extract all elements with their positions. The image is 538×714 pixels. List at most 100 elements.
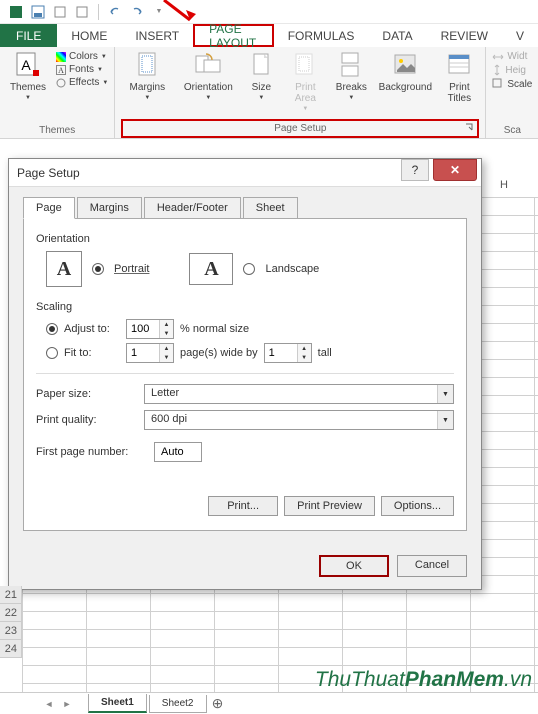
first-page-label: First page number:: [36, 446, 146, 458]
dialog-panel: Orientation A Portrait A Landscape Scali…: [23, 219, 467, 531]
annotation-arrow: [162, 0, 202, 28]
scale-row[interactable]: Scale: [492, 77, 532, 91]
sheet-nav-prev-icon[interactable]: ◄: [40, 699, 58, 709]
portrait-radio[interactable]: [92, 263, 104, 275]
ribbon-group-themes: A Themes ▼ Colors▼ AFonts▼ Effects▼ Them…: [0, 47, 115, 138]
print-titles-button[interactable]: Print Titles: [439, 50, 479, 104]
tab-home[interactable]: HOME: [57, 24, 121, 47]
cancel-button[interactable]: Cancel: [397, 555, 467, 577]
spin-up-icon[interactable]: ▲: [298, 344, 311, 353]
colors-button[interactable]: Colors▼: [56, 50, 108, 63]
print-titles-icon: [445, 50, 473, 80]
dtab-page[interactable]: Page: [23, 197, 75, 219]
themes-button[interactable]: A Themes ▼: [6, 50, 50, 102]
breaks-button[interactable]: Breaks▼: [331, 50, 371, 102]
print-quality-value: 600 dpi: [145, 411, 437, 429]
print-area-button[interactable]: Print Area▼: [285, 50, 325, 113]
background-button[interactable]: Background: [377, 50, 433, 93]
dialog-titlebar[interactable]: Page Setup ? ✕: [9, 159, 481, 187]
column-header-h[interactable]: H: [473, 179, 535, 197]
dialog-launcher-icon[interactable]: [465, 123, 475, 133]
margins-button[interactable]: Margins▼: [121, 50, 173, 102]
adjust-radio[interactable]: [46, 323, 58, 335]
spin-down-icon[interactable]: ▼: [160, 329, 173, 338]
fonts-button[interactable]: AFonts▼: [56, 63, 108, 76]
effects-button[interactable]: Effects▼: [56, 76, 108, 89]
options-button[interactable]: Options...: [381, 496, 454, 516]
fit-label[interactable]: Fit to:: [64, 347, 120, 359]
breaks-icon: [337, 50, 365, 80]
print-area-icon: [291, 50, 319, 80]
dtab-margins[interactable]: Margins: [77, 197, 142, 219]
size-icon: [249, 50, 273, 80]
page-setup-dialog: Page Setup ? ✕ Page Margins Header/Foote…: [8, 158, 482, 590]
paper-size-value: Letter: [145, 385, 437, 403]
fit-wide-spinbox[interactable]: ▲▼: [126, 343, 174, 363]
tab-file[interactable]: FILE: [0, 24, 57, 47]
ribbon-group-scale: Widt Heig Scale Sca: [486, 47, 538, 138]
spin-up-icon[interactable]: ▲: [160, 320, 173, 329]
undo-icon[interactable]: [105, 3, 125, 21]
tab-view-partial[interactable]: V: [502, 24, 538, 47]
qat-icon-2[interactable]: [72, 3, 92, 21]
dtab-sheet[interactable]: Sheet: [243, 197, 298, 219]
watermark: ThuThuatPhanMem.vn: [315, 667, 532, 692]
colors-icon: [56, 52, 66, 62]
fit-radio[interactable]: [46, 347, 58, 359]
fit-wide-input[interactable]: [127, 344, 159, 362]
new-sheet-icon[interactable]: ⊕: [209, 695, 227, 712]
print-quality-combo[interactable]: 600 dpi▼: [144, 410, 454, 430]
dialog-close-button[interactable]: ✕: [433, 159, 477, 181]
row-header[interactable]: 21: [0, 586, 22, 604]
quick-access-toolbar: ▼: [0, 0, 538, 24]
background-icon: [391, 50, 419, 80]
adjust-suffix: % normal size: [180, 323, 249, 335]
save-icon[interactable]: [28, 3, 48, 21]
size-button[interactable]: Size▼: [243, 50, 279, 102]
redo-icon[interactable]: [127, 3, 147, 21]
themes-options: Colors▼ AFonts▼ Effects▼: [56, 50, 108, 89]
qat-icon-1[interactable]: [50, 3, 70, 21]
scaling-label: Scaling: [36, 301, 454, 313]
adjust-spinbox[interactable]: ▲▼: [126, 319, 174, 339]
landscape-radio[interactable]: [243, 263, 255, 275]
chevron-down-icon[interactable]: ▼: [437, 411, 453, 429]
fit-tall-spinbox[interactable]: ▲▼: [264, 343, 312, 363]
row-header[interactable]: 24: [0, 640, 22, 658]
orientation-button[interactable]: Orientation▼: [179, 50, 237, 102]
adjust-input[interactable]: [127, 320, 159, 338]
fit-wide-suffix: page(s) wide by: [180, 347, 258, 359]
sheet-tab-1[interactable]: Sheet1: [88, 694, 147, 713]
tab-data[interactable]: DATA: [368, 24, 426, 47]
print-preview-button[interactable]: Print Preview: [284, 496, 375, 516]
tab-formulas[interactable]: FORMULAS: [274, 24, 369, 47]
portrait-label[interactable]: Portrait: [114, 263, 149, 275]
sheet-nav-next-icon[interactable]: ►: [58, 699, 76, 709]
sheet-tab-2[interactable]: Sheet2: [149, 695, 207, 713]
print-button[interactable]: Print...: [208, 496, 278, 516]
tab-review[interactable]: REVIEW: [427, 24, 502, 47]
ok-button[interactable]: OK: [319, 555, 389, 577]
landscape-label[interactable]: Landscape: [265, 263, 319, 275]
tab-page-layout[interactable]: PAGE LAYOUT: [193, 24, 274, 47]
chevron-down-icon[interactable]: ▼: [437, 385, 453, 403]
dtab-header-footer[interactable]: Header/Footer: [144, 197, 241, 219]
spin-down-icon[interactable]: ▼: [298, 353, 311, 362]
scale-icon: [492, 78, 504, 90]
row-header[interactable]: 22: [0, 604, 22, 622]
dialog-help-button[interactable]: ?: [401, 159, 429, 181]
fonts-icon: A: [56, 65, 66, 75]
paper-size-combo[interactable]: Letter▼: [144, 384, 454, 404]
print-quality-label: Print quality:: [36, 414, 136, 426]
excel-icon[interactable]: [6, 3, 26, 21]
ribbon: A Themes ▼ Colors▼ AFonts▼ Effects▼ Them…: [0, 47, 538, 139]
spin-up-icon[interactable]: ▲: [160, 344, 173, 353]
spin-down-icon[interactable]: ▼: [160, 353, 173, 362]
adjust-label[interactable]: Adjust to:: [64, 323, 120, 335]
height-row[interactable]: Heig: [492, 63, 532, 77]
row-header[interactable]: 23: [0, 622, 22, 640]
themes-icon: A: [14, 50, 42, 80]
first-page-input[interactable]: [154, 442, 202, 462]
fit-tall-input[interactable]: [265, 344, 297, 362]
width-row[interactable]: Widt: [492, 50, 532, 63]
